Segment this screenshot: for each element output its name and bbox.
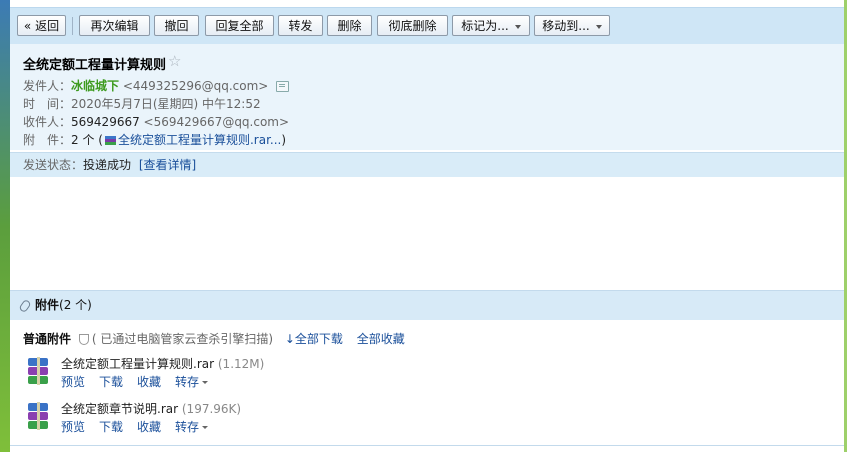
download-all-label: 全部下载 — [294, 332, 343, 346]
delete-button[interactable]: 删除 — [327, 15, 372, 36]
collect-link[interactable]: 收藏 — [137, 420, 161, 434]
delivery-status-bar: 发送状态：投递成功 [查看详情] — [10, 152, 844, 178]
desktop-background — [0, 0, 10, 452]
sender-address: <449325296@qq.com> — [119, 79, 269, 93]
chevron-down-icon — [202, 381, 209, 384]
from-row: 发件人：冰临城下 <449325296@qq.com> — [23, 77, 290, 94]
reply-all-button[interactable]: 回复全部 — [205, 15, 274, 36]
chevron-down-icon — [595, 24, 602, 29]
attachment-row: 附 件：2 个 ( 全统定额工程量计算规则.rar...) — [23, 131, 286, 148]
attachment-link[interactable]: 全统定额工程量计算规则.rar... — [118, 133, 281, 147]
status-row: 发送状态：投递成功 [查看详情] — [23, 153, 196, 177]
status-value: 投递成功 — [83, 158, 132, 172]
normal-attachments-label: 普通附件 — [23, 332, 72, 346]
from-label: 发件人： — [23, 79, 72, 93]
attachment-label: 附 件： — [23, 133, 72, 147]
rar-file-icon — [25, 402, 51, 432]
attachment-name[interactable]: 全统定额章节说明.rar (197.96K) — [61, 400, 241, 417]
preview-link[interactable]: 预览 — [61, 375, 85, 389]
toolbar-separator — [72, 17, 73, 35]
move-to-dropdown[interactable]: 移动到... — [534, 15, 610, 36]
attachment-close-paren: ) — [281, 133, 287, 147]
mail-body — [10, 177, 844, 289]
sender-name[interactable]: 冰临城下 — [71, 79, 119, 93]
attachments-header: 附件(2 个) — [10, 290, 844, 320]
rar-file-icon — [25, 357, 51, 387]
download-link[interactable]: 下载 — [99, 375, 123, 389]
attachment-section-header: 普通附件 ( 已通过电脑管家云查杀引擎扫描) ↓全部下载 全部收藏 — [23, 330, 405, 347]
to-row: 收件人：569429667 <569429667@qq.com> — [23, 113, 289, 130]
time-label: 时 间： — [23, 97, 72, 111]
chevron-down-icon — [514, 24, 521, 29]
attachments-count: (2 个) — [59, 298, 92, 312]
mail-view: « 返回 再次编辑 撤回 回复全部 转发 删除 彻底删除 标记为... 移动到.… — [10, 0, 844, 452]
scan-notice: ( 已通过电脑管家云查杀引擎扫描) — [78, 332, 274, 346]
rar-file-icon — [104, 136, 116, 145]
collect-link[interactable]: 收藏 — [137, 375, 161, 389]
contact-card-icon[interactable] — [276, 81, 290, 92]
paperclip-icon — [18, 298, 32, 314]
attachment-actions: 预览 下载 收藏 转存 — [61, 418, 209, 435]
time-row: 时 间：2020年5月7日(星期四) 中午12:52 — [23, 95, 261, 112]
download-link[interactable]: 下载 — [99, 420, 123, 434]
forward-button[interactable]: 转发 — [278, 15, 323, 36]
attachments-title: 附件(2 个) — [35, 291, 92, 320]
scan-text: ( 已通过电脑管家云查杀引擎扫描) — [91, 332, 274, 346]
reedit-button[interactable]: 再次编辑 — [79, 15, 150, 36]
status-label: 发送状态： — [23, 158, 84, 172]
attachment-actions: 预览 下载 收藏 转存 — [61, 373, 209, 390]
recipient-name[interactable]: 569429667 — [71, 115, 140, 129]
save-to-label: 转存 — [175, 420, 200, 434]
preview-link[interactable]: 预览 — [61, 420, 85, 434]
file-size: (1.12M) — [217, 357, 265, 371]
view-details-link[interactable]: [查看详情] — [139, 158, 196, 172]
download-arrow-icon: ↓ — [284, 332, 295, 346]
attachment-count: 2 个 ( — [71, 133, 103, 147]
mail-header: 全统定额工程量计算规则 ☆ 发件人：冰临城下 <449325296@qq.com… — [10, 44, 844, 150]
save-to-dropdown[interactable]: 转存 — [175, 420, 209, 434]
move-to-label: 移动到... — [542, 19, 590, 33]
recall-button[interactable]: 撤回 — [154, 15, 199, 36]
star-icon[interactable]: ☆ — [168, 52, 181, 70]
time-value: 2020年5月7日(星期四) 中午12:52 — [71, 97, 261, 111]
delete-permanent-button[interactable]: 彻底删除 — [377, 15, 448, 36]
save-to-label: 转存 — [175, 375, 200, 389]
file-name: 全统定额工程量计算规则.rar — [61, 357, 215, 371]
to-label: 收件人： — [23, 115, 72, 129]
chevron-down-icon — [202, 426, 209, 429]
list-item: 全统定额工程量计算规则.rar (1.12M) 预览 下载 收藏 转存 — [25, 355, 825, 395]
download-all-link[interactable]: ↓全部下载 — [285, 332, 343, 346]
collect-all-link[interactable]: 全部收藏 — [357, 332, 405, 346]
list-item: 全统定额章节说明.rar (197.96K) 预览 下载 收藏 转存 — [25, 400, 825, 440]
file-size: (197.96K) — [181, 402, 242, 416]
save-to-dropdown[interactable]: 转存 — [175, 375, 209, 389]
mark-as-dropdown[interactable]: 标记为... — [452, 15, 530, 36]
toolbar: « 返回 再次编辑 撤回 回复全部 转发 删除 彻底删除 标记为... 移动到.… — [10, 7, 844, 45]
attachment-list: 普通附件 ( 已通过电脑管家云查杀引擎扫描) ↓全部下载 全部收藏 全统定额工程… — [10, 320, 844, 446]
mark-as-label: 标记为... — [461, 19, 509, 33]
back-button[interactable]: « 返回 — [17, 15, 66, 36]
attachment-name[interactable]: 全统定额工程量计算规则.rar (1.12M) — [61, 355, 264, 372]
recipient-address: <569429667@qq.com> — [139, 115, 290, 129]
file-name: 全统定额章节说明.rar — [61, 402, 179, 416]
attachments-label: 附件 — [35, 298, 60, 312]
shield-icon — [78, 334, 89, 345]
mail-subject: 全统定额工程量计算规则 — [23, 58, 167, 73]
